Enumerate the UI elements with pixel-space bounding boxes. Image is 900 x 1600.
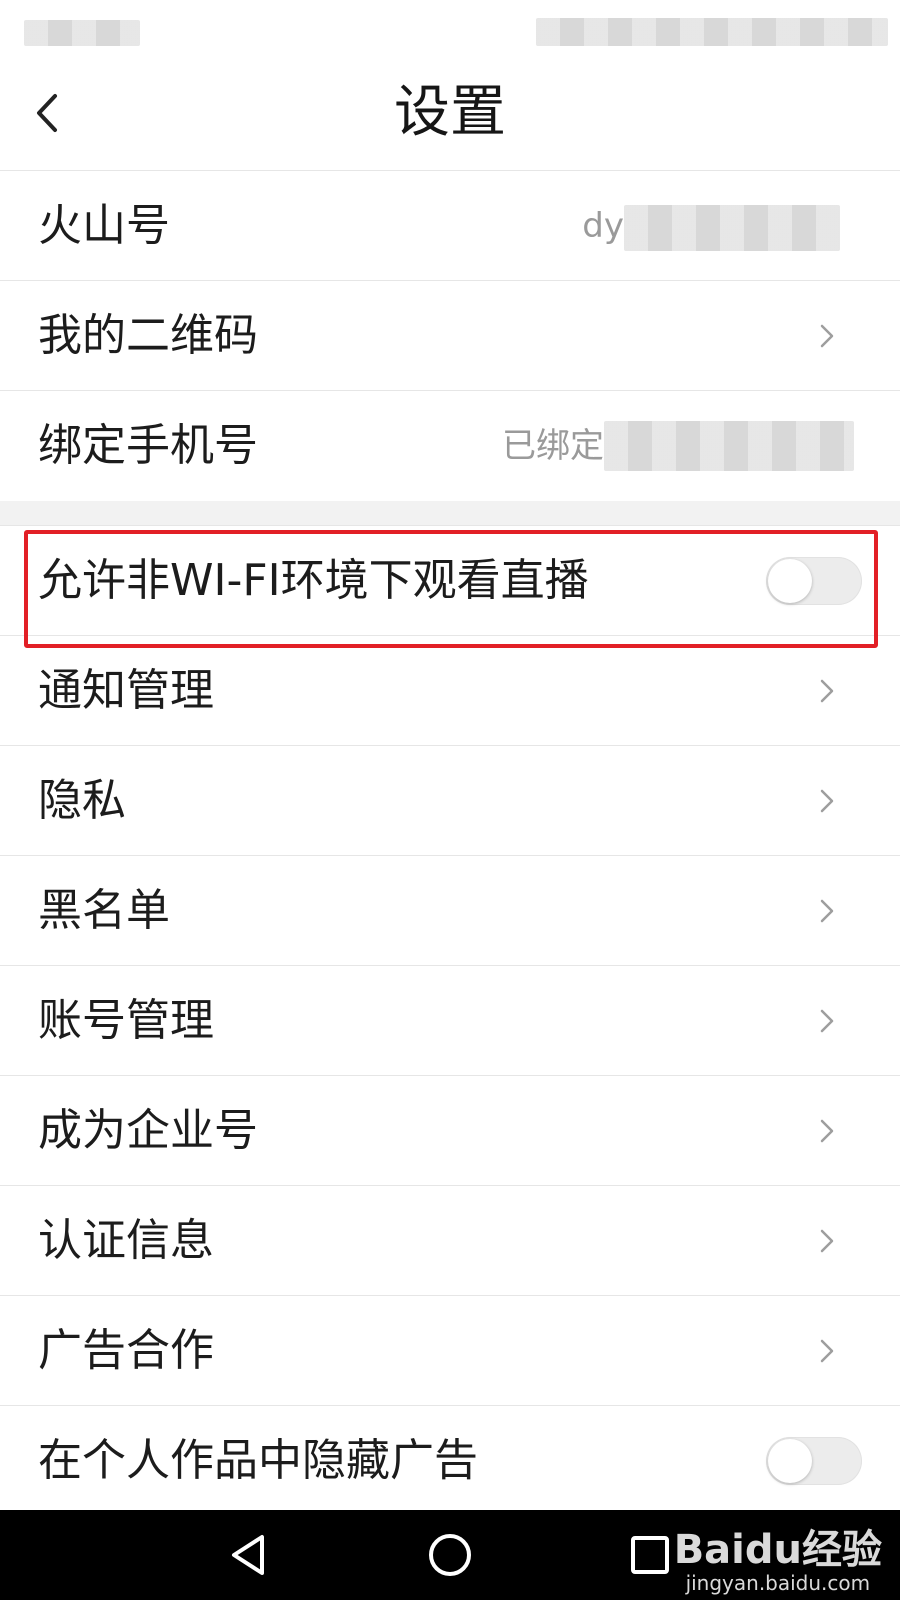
row-allow-non-wifi-live[interactable]: 允许非WI-FI环境下观看直播 xyxy=(0,526,900,636)
triangle-back-icon xyxy=(232,1535,264,1575)
row-label: 在个人作品中隐藏广告 xyxy=(38,1435,478,1486)
volcano-id-value: dy xyxy=(582,206,624,246)
status-left-blur xyxy=(24,20,140,46)
row-label: 隐私 xyxy=(38,775,126,826)
row-ad-cooperation[interactable]: 广告合作 xyxy=(0,1296,900,1406)
row-my-qr-code[interactable]: 我的二维码 xyxy=(0,281,900,391)
navigation-bar: Baidu经验 jingyan.baidu.com xyxy=(0,1510,900,1600)
toggle-knob xyxy=(768,559,812,603)
chevron-right-icon xyxy=(820,324,834,348)
chevron-right-icon xyxy=(820,1229,834,1253)
hide-ads-toggle[interactable] xyxy=(766,1437,862,1485)
nav-home-button[interactable] xyxy=(420,1525,480,1585)
non-wifi-live-toggle[interactable] xyxy=(766,557,862,605)
row-verification-info[interactable]: 认证信息 xyxy=(0,1186,900,1296)
volcano-id-blur xyxy=(624,205,840,251)
settings-list: 火山号 dy 我的二维码 绑定手机号 已绑定 允许非WI-FI环境下观看直播 通… xyxy=(0,171,900,1516)
header: 设置 xyxy=(0,58,900,171)
chevron-right-icon xyxy=(820,1009,834,1033)
row-label: 火山号 xyxy=(38,200,170,251)
chevron-right-icon xyxy=(820,1339,834,1363)
row-label: 允许非WI-FI环境下观看直播 xyxy=(38,555,589,606)
baidu-jingyan-watermark: Baidu经验 jingyan.baidu.com xyxy=(674,1528,882,1594)
row-hide-ads-in-works[interactable]: 在个人作品中隐藏广告 xyxy=(0,1406,900,1516)
row-label: 绑定手机号 xyxy=(38,420,258,471)
row-label: 我的二维码 xyxy=(38,310,258,361)
nav-back-button[interactable] xyxy=(220,1525,280,1585)
bind-phone-value: 已绑定 xyxy=(502,426,604,466)
row-label: 账号管理 xyxy=(38,995,214,1046)
toggle-knob xyxy=(768,1439,812,1483)
row-blacklist[interactable]: 黑名单 xyxy=(0,856,900,966)
row-label: 广告合作 xyxy=(38,1325,214,1376)
row-bind-phone[interactable]: 绑定手机号 已绑定 xyxy=(0,391,900,501)
circle-home-icon xyxy=(429,1534,471,1576)
row-label: 成为企业号 xyxy=(38,1105,258,1156)
row-label: 黑名单 xyxy=(38,885,170,936)
row-notification-management[interactable]: 通知管理 xyxy=(0,636,900,746)
watermark-brand: Baidu经验 xyxy=(673,1527,882,1573)
row-label: 认证信息 xyxy=(38,1215,214,1266)
page-title: 设置 xyxy=(394,80,506,145)
square-recents-icon xyxy=(631,1536,669,1574)
nav-recents-button[interactable] xyxy=(620,1525,680,1585)
watermark-site: jingyan.baidu.com xyxy=(685,1571,871,1595)
row-privacy[interactable]: 隐私 xyxy=(0,746,900,856)
chevron-right-icon xyxy=(820,679,834,703)
section-divider xyxy=(0,501,900,526)
chevron-right-icon xyxy=(820,899,834,923)
chevron-right-icon xyxy=(820,1119,834,1143)
phone-number-blur xyxy=(604,421,854,471)
row-volcano-id[interactable]: 火山号 dy xyxy=(0,171,900,281)
status-bar xyxy=(0,0,900,58)
chevron-right-icon xyxy=(820,789,834,813)
status-right-blur xyxy=(536,18,888,46)
row-become-business[interactable]: 成为企业号 xyxy=(0,1076,900,1186)
row-label: 通知管理 xyxy=(38,665,214,716)
row-account-management[interactable]: 账号管理 xyxy=(0,966,900,1076)
